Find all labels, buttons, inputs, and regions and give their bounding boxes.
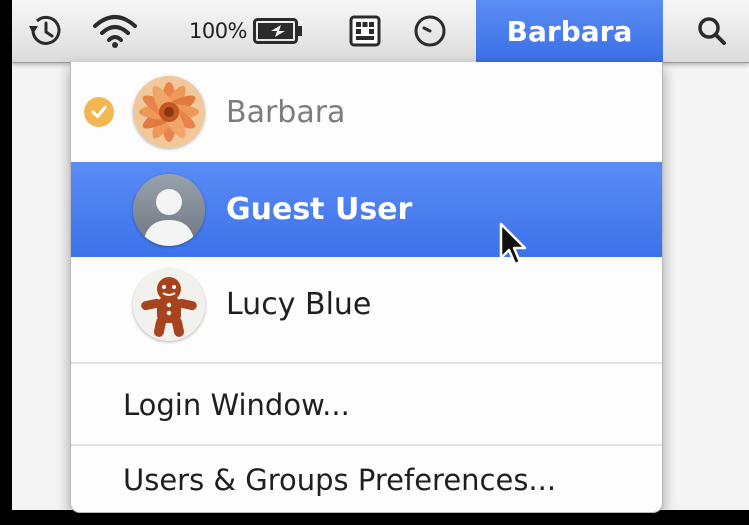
time-machine-icon[interactable] [22, 0, 70, 62]
current-user-name: Barbara [506, 14, 633, 48]
menu-separator [71, 362, 662, 364]
menu-separator [71, 444, 662, 446]
menu-item-login-window[interactable]: Login Window... [71, 367, 662, 442]
login-window-label: Login Window... [123, 387, 350, 422]
gingerbread-avatar [133, 268, 205, 341]
battery-status[interactable]: 100% [162, 0, 330, 62]
user-name-label: Barbara [226, 94, 346, 130]
menu-item-user-barbara[interactable]: Barbara [71, 62, 662, 162]
screen-border-left [0, 0, 12, 525]
users-groups-preferences-label: Users & Groups Preferences... [123, 462, 557, 497]
user-name-label: Guest User [226, 192, 413, 227]
keyboard-input-icon[interactable] [340, 0, 390, 62]
silhouette-avatar [133, 173, 205, 246]
magnifying-glass-icon[interactable] [684, 0, 740, 62]
fast-user-switch-menu[interactable]: Barbara [476, 0, 663, 62]
menu-item-user-lucy[interactable]: Lucy Blue [71, 257, 662, 352]
battery-percentage: 100% [188, 19, 248, 43]
menu-bar: 100% Barbara [12, 0, 749, 63]
menu-item-user-guest[interactable]: Guest User [71, 162, 662, 257]
flower-avatar [133, 76, 205, 148]
wifi-icon[interactable] [84, 0, 146, 62]
user-name-label: Lucy Blue [226, 287, 372, 322]
user-switch-menu: Barbara Guest User Lucy Blue Login Windo… [70, 62, 663, 513]
menu-item-users-groups-preferences[interactable]: Users & Groups Preferences... [71, 447, 662, 512]
checkmark-icon [84, 97, 114, 127]
mouse-pointer-icon [498, 222, 528, 272]
clock-icon[interactable] [404, 0, 456, 62]
battery-charging-icon [253, 18, 303, 44]
